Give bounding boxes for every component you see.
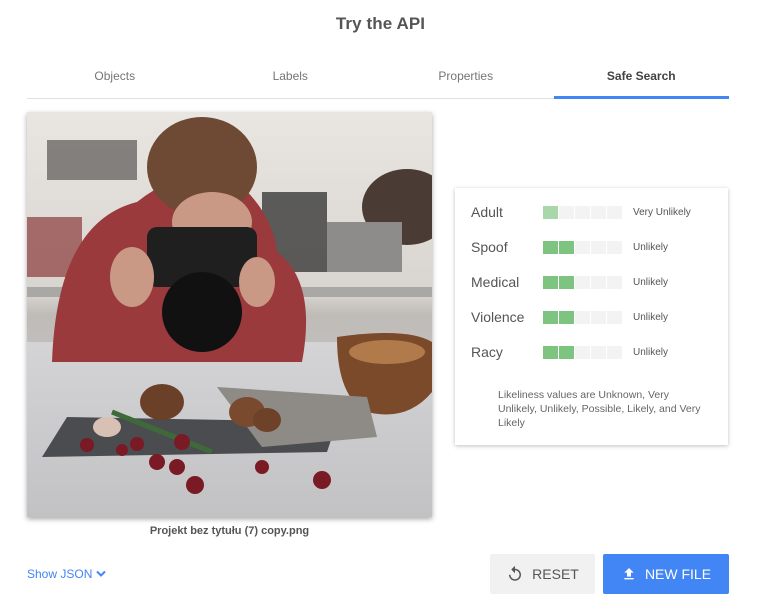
image-filename: Projekt bez tytułu (7) copy.png bbox=[149, 525, 310, 537]
meter-segment bbox=[575, 310, 590, 324]
meter-segment bbox=[607, 310, 622, 324]
tab-labels[interactable]: Labels bbox=[203, 60, 379, 98]
chevron-down-icon bbox=[96, 570, 107, 577]
tab-objects[interactable]: Objects bbox=[27, 60, 203, 98]
reset-icon bbox=[509, 565, 522, 581]
meter-segment bbox=[559, 240, 574, 254]
meter-segment bbox=[559, 345, 574, 359]
safe-search-row: Medical Unlikely bbox=[471, 272, 721, 292]
show-json-label: Show JSON bbox=[27, 567, 93, 581]
likelihood-meter bbox=[543, 205, 622, 219]
meter-segment bbox=[559, 205, 574, 219]
meter-segment bbox=[543, 240, 558, 254]
meter-segment bbox=[575, 205, 590, 219]
meter-segment bbox=[575, 275, 590, 289]
likelihood-value: Unlikely bbox=[633, 276, 669, 288]
category-label: Adult bbox=[471, 204, 503, 220]
tab-bar: Objects Labels Properties Safe Search bbox=[27, 60, 729, 99]
meter-segment bbox=[591, 310, 606, 324]
category-label: Violence bbox=[471, 309, 525, 325]
meter-segment bbox=[575, 345, 590, 359]
tab-properties[interactable]: Properties bbox=[378, 60, 554, 98]
safe-search-row: Spoof Unlikely bbox=[471, 237, 721, 257]
likeliness-note: Likeliness values are Unknown, Very Unli… bbox=[498, 389, 701, 429]
likelihood-value: Unlikely bbox=[633, 346, 669, 358]
meter-segment bbox=[543, 205, 558, 219]
likelihood-meter bbox=[543, 310, 622, 324]
meter-segment bbox=[559, 275, 574, 289]
meter-segment bbox=[543, 275, 558, 289]
likelihood-meter bbox=[543, 240, 622, 254]
meter-segment bbox=[575, 240, 590, 254]
upload-icon bbox=[624, 568, 634, 580]
meter-segment bbox=[607, 345, 622, 359]
meter-segment bbox=[607, 240, 622, 254]
meter-segment bbox=[591, 205, 606, 219]
likelihood-value: Unlikely bbox=[633, 311, 669, 323]
category-label: Medical bbox=[471, 274, 520, 290]
meter-segment bbox=[591, 275, 606, 289]
safe-search-row: Racy Unlikely bbox=[471, 342, 721, 362]
likelihood-meter bbox=[543, 275, 622, 289]
safe-search-row: Adult Very Unlikely bbox=[471, 202, 721, 222]
meter-segment bbox=[543, 310, 558, 324]
new-file-label: NEW FILE bbox=[644, 566, 712, 582]
meter-segment bbox=[607, 275, 622, 289]
photo-illustration bbox=[27, 112, 432, 517]
category-label: Racy bbox=[471, 344, 503, 360]
likelihood-meter bbox=[543, 345, 622, 359]
likelihood-value: Very Unlikely bbox=[633, 206, 691, 218]
likelihood-value: Unlikely bbox=[633, 241, 669, 253]
meter-segment bbox=[607, 205, 622, 219]
reset-label: RESET bbox=[532, 566, 579, 582]
reset-button[interactable]: RESET bbox=[490, 554, 595, 594]
meter-segment bbox=[543, 345, 558, 359]
meter-segment bbox=[559, 310, 574, 324]
safe-search-row: Violence Unlikely bbox=[471, 307, 721, 327]
meter-segment bbox=[591, 345, 606, 359]
safe-search-card: Likeliness values are Unknown, Very Unli… bbox=[455, 188, 728, 445]
page-title: Try the API bbox=[335, 14, 426, 33]
tab-safe-search[interactable]: Safe Search bbox=[553, 60, 730, 99]
new-file-button[interactable]: NEW FILE bbox=[603, 554, 729, 594]
uploaded-image bbox=[27, 112, 432, 517]
meter-segment bbox=[591, 240, 606, 254]
category-label: Spoof bbox=[471, 239, 508, 255]
show-json-toggle[interactable]: Show JSON bbox=[27, 567, 107, 581]
